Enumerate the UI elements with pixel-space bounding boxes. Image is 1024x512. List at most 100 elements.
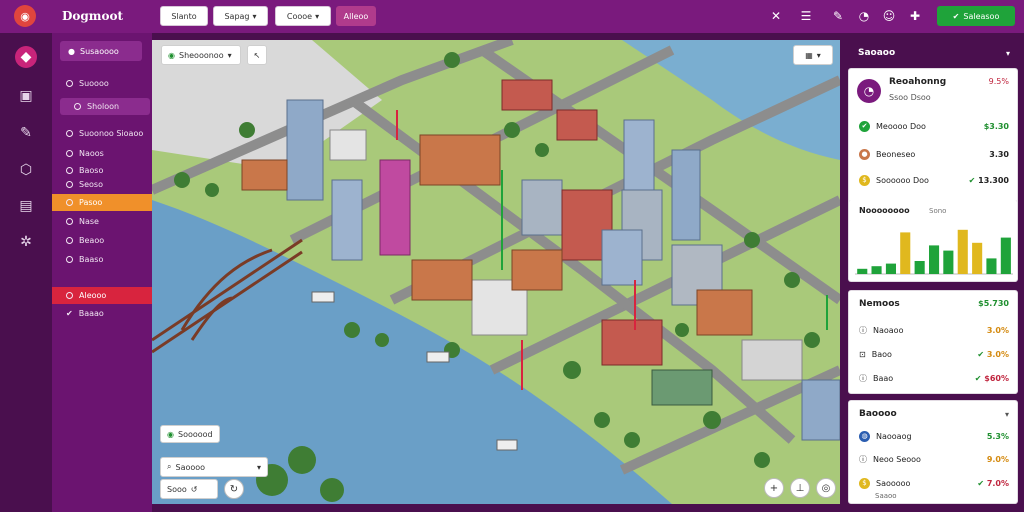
sidebar-item-11[interactable]: Aleooo <box>52 287 152 304</box>
reports-row[interactable]: $ Saooooo ✔ 7.0% <box>859 476 1009 490</box>
reports-panel: Baoooo ▾ ◍ Naooaog 5.3% ⓘ Neoo Seooo 9.0… <box>848 400 1018 504</box>
info-icon: ⓘ <box>859 373 867 383</box>
sidebar-item-3[interactable]: Suoonoo Sioaoo <box>52 125 152 142</box>
boat <box>426 351 450 363</box>
icon-rail: ◆ ▣ ✎ ⬡ ▤ ✲ <box>0 33 52 512</box>
reports-row[interactable]: ◍ Naooaog 5.3% <box>859 429 1009 443</box>
cube-icon[interactable]: ▣ <box>15 85 37 107</box>
chevron-down-icon: ▾ <box>252 11 257 21</box>
city-map-viewport[interactable]: ◉ Sheooonoo ▾ ↖ ▦ ▾ ◉ Soooood ⌕ Saoooo ▾… <box>152 40 840 504</box>
zoom-in-button[interactable]: + <box>764 478 784 498</box>
sidebar-item-6[interactable]: Seoso <box>52 176 152 193</box>
chart-title: Noooooooo <box>859 206 910 215</box>
coin-icon: $ <box>859 477 870 489</box>
user-icon[interactable]: ☺ <box>881 8 897 24</box>
tools-icon[interactable]: ✕ <box>768 8 784 24</box>
city-map <box>152 40 840 504</box>
diamond-icon[interactable]: ◆ <box>15 46 37 68</box>
bullet-icon <box>66 256 73 263</box>
chart-bar <box>914 261 925 274</box>
pan-button[interactable]: ⊥ <box>790 478 810 498</box>
sidebar-item-9[interactable]: Beaoo <box>52 232 152 249</box>
stats-panel: Nemoos $5.730 ⓘ Naoaoo 3.0% ⊡ Baoo ✔ 3.0… <box>848 290 1018 394</box>
chart-bar <box>885 263 896 274</box>
cursor-icon: ↖ <box>253 50 261 60</box>
sidebar-item-12[interactable]: ✔ Baaao <box>52 305 152 322</box>
plus-icon: + <box>769 482 779 494</box>
publish-button[interactable]: ✔ Saleasoo <box>937 6 1015 26</box>
gear-icon[interactable]: ✲ <box>15 231 37 253</box>
reports-title: Baoooo <box>859 409 897 419</box>
sidebar-item-4[interactable]: Naoos <box>52 145 152 162</box>
chart-bar <box>857 268 868 274</box>
summary-row[interactable]: ✔ Meoooo Doo $3.30 <box>859 119 1009 133</box>
stats-row[interactable]: ⊡ Baoo ✔ 3.0% <box>859 347 1009 361</box>
check-icon: ✔ <box>952 11 960 21</box>
avatar-icon: ◔ <box>857 79 881 103</box>
chevron-down-icon[interactable]: ▾ <box>1006 49 1010 58</box>
layer-select[interactable]: ◉ Sheooonoo ▾ <box>161 45 241 65</box>
bullet-icon <box>66 292 73 299</box>
list-icon[interactable]: ☰ <box>798 8 814 24</box>
coin-icon: $ <box>859 174 870 186</box>
chart-panel: Noooooooo Sono <box>848 200 1018 282</box>
toolbar-dropdown-coooe[interactable]: Coooe ▾ <box>275 6 331 26</box>
layer-icon: ◉ <box>168 50 175 60</box>
check-icon: ✔ <box>977 349 987 359</box>
chevron-down-icon[interactable]: ▾ <box>1005 410 1009 419</box>
tag-icon: ⊡ <box>859 349 866 359</box>
bullet-icon <box>66 80 73 87</box>
sidebar-item-1[interactable]: Suoooo <box>52 75 152 92</box>
bullet-icon <box>74 103 81 110</box>
sidebar: ● Susaoooo Suoooo Sholoon Suoonoo Sioaoo… <box>52 33 152 512</box>
bullet-icon <box>66 218 73 225</box>
sidebar-item-2[interactable]: Sholoon <box>60 98 150 115</box>
info-icon: ⓘ <box>859 325 867 335</box>
view-options-button[interactable]: ▦ ▾ <box>793 45 833 65</box>
sidebar-item-7[interactable]: Pasoo <box>52 194 152 211</box>
summary-row[interactable]: $ Soooooo Doo ✔ 13.300 <box>859 173 1009 187</box>
chart-subtitle: Sono <box>929 207 947 215</box>
cursor-tool-button[interactable]: ↖ <box>247 45 267 65</box>
hexagon-icon[interactable]: ⬡ <box>15 159 37 181</box>
edit-icon[interactable]: ✎ <box>830 8 846 24</box>
check-icon: ✔ <box>974 373 985 383</box>
rotate-button[interactable]: ↻ <box>224 479 244 499</box>
map-bottom-control-2[interactable]: ⌕ Saoooo ▾ <box>160 457 268 477</box>
shield-icon: ✔ <box>859 120 870 132</box>
summary-title: Saoaoo <box>858 48 896 58</box>
toolbar-button-slanto[interactable]: Slanto <box>160 6 208 26</box>
boat <box>311 291 335 303</box>
check-icon: ✔ <box>66 309 73 318</box>
grid-icon: ▦ <box>805 50 813 60</box>
chart-bar <box>972 242 983 274</box>
search-icon: ⌕ <box>167 462 172 471</box>
reports-row[interactable]: ⓘ Neoo Seooo 9.0% <box>859 452 1009 466</box>
record-button[interactable]: ◎ <box>816 478 836 498</box>
stats-row[interactable]: ⓘ Naoaoo 3.0% <box>859 323 1009 337</box>
sidebar-item-8[interactable]: Nase <box>52 213 152 230</box>
reports-sub-row: Saaoo <box>875 492 897 500</box>
boat <box>496 439 518 451</box>
map-bottom-control-3[interactable]: Sooo ↺ <box>160 479 218 499</box>
sidebar-item-10[interactable]: Baaso <box>52 251 152 268</box>
sidebar-header-button[interactable]: ● Susaoooo <box>60 41 142 61</box>
pen-icon[interactable]: ✎ <box>15 122 37 144</box>
stats-title: Nemoos <box>859 299 900 309</box>
toolbar-dropdown-sapag[interactable]: Sapag ▾ <box>213 6 268 26</box>
brand-title: Dogmoot <box>62 9 124 23</box>
check-icon: ✔ <box>977 478 987 488</box>
map-bottom-control-1[interactable]: ◉ Soooood <box>160 425 220 443</box>
book-icon[interactable]: ▤ <box>15 195 37 217</box>
circle-icon: ● <box>68 46 75 56</box>
stats-row[interactable]: ⓘ Baao ✔ $60% <box>859 371 1009 385</box>
toolbar-button-alleoo[interactable]: Alleoo <box>336 6 376 26</box>
eye-icon: ◉ <box>167 429 174 439</box>
logo-icon[interactable]: ◉ <box>14 5 36 27</box>
summary-headline: Reoahonng <box>889 77 947 87</box>
game-controller-icon[interactable]: ✚ <box>907 8 923 24</box>
chart-bar <box>943 250 954 274</box>
summary-row[interactable]: ● Beoneseo 3.30 <box>859 147 1009 161</box>
chart-bar <box>900 232 911 274</box>
clock-icon[interactable]: ◔ <box>856 8 872 24</box>
